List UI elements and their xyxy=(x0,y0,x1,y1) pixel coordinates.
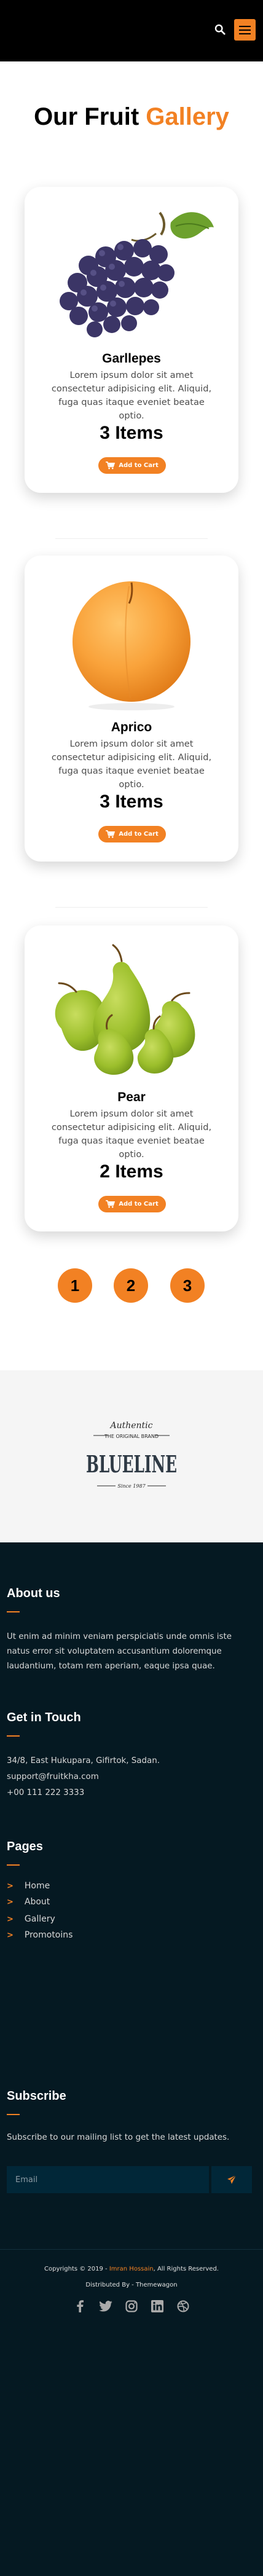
grapes-image xyxy=(60,211,214,337)
twitter-icon[interactable] xyxy=(98,2299,113,2314)
copyright-line: Copyrights © 2019 - Imran Hossain, All R… xyxy=(0,2261,263,2277)
footer: About us Ut enim ad minim veniam perspic… xyxy=(0,1542,263,2576)
search-icon[interactable] xyxy=(214,24,226,35)
social-links xyxy=(0,2299,263,2314)
footer-link-about[interactable]: > About xyxy=(7,1897,50,1907)
add-to-cart-button[interactable]: Add to Cart xyxy=(98,826,166,842)
about-text: Ut enim ad minim veniam perspiciatis und… xyxy=(7,1632,232,1671)
add-to-cart-label: Add to Cart xyxy=(119,1201,159,1208)
paper-plane-icon xyxy=(227,2175,237,2184)
brand-name: BLUELINE xyxy=(86,1450,177,1478)
copyright-author-link[interactable]: Imran Hossain xyxy=(109,2266,154,2272)
subscribe-underline xyxy=(7,2114,20,2115)
chevron-right-icon: > xyxy=(7,1897,14,1907)
distributed-line: Distributed By - Themewagon xyxy=(0,2277,263,2293)
about-title: About us xyxy=(7,1587,60,1600)
add-to-cart-label: Add to Cart xyxy=(119,462,159,469)
subscribe-text: Subscribe to our mailing list to get the… xyxy=(7,2133,230,2142)
pages-underline xyxy=(7,1864,20,1866)
product-card: Aprico Lorem ipsum dolor sit amet consec… xyxy=(25,556,238,862)
product-name: Pear xyxy=(117,1090,146,1104)
email-field[interactable] xyxy=(7,2166,209,2193)
divider xyxy=(55,538,208,539)
facebook-icon[interactable] xyxy=(73,2299,87,2314)
pagination: 1 2 3 xyxy=(0,1268,263,1303)
divider xyxy=(55,907,208,908)
footer-link-label: Gallery xyxy=(24,1914,55,1924)
touch-underline xyxy=(7,1735,20,1737)
pages-title: Pages xyxy=(7,1840,43,1853)
instagram-icon[interactable] xyxy=(124,2299,139,2314)
subscribe-button[interactable] xyxy=(209,2166,252,2193)
footer-link-gallery[interactable]: > Gallery xyxy=(7,1914,55,1924)
about-underline xyxy=(7,1611,20,1612)
cart-icon xyxy=(106,830,116,838)
subscribe-title: Subscribe xyxy=(7,2089,66,2103)
subscribe-form xyxy=(7,2166,252,2193)
brand-tagline: Authentic xyxy=(109,1421,152,1431)
contact-phone[interactable]: +00 111 222 3333 xyxy=(7,1786,253,1800)
add-to-cart-label: Add to Cart xyxy=(119,831,159,838)
footer-link-promotions[interactable]: > Promotoins xyxy=(7,1930,73,1940)
touch-title: Get in Touch xyxy=(7,1711,81,1724)
cart-icon xyxy=(106,461,116,469)
product-name: Aprico xyxy=(111,720,152,734)
linkedin-icon[interactable] xyxy=(150,2299,165,2314)
add-to-cart-button[interactable]: Add to Cart xyxy=(98,1196,166,1212)
brand-subtitle: THE ORIGINAL BRAND xyxy=(104,1434,159,1439)
product-description: Lorem ipsum dolor sit amet consectetur a… xyxy=(51,739,212,790)
page-button-3[interactable]: 3 xyxy=(170,1268,205,1303)
footer-link-label: Promotoins xyxy=(24,1930,73,1940)
pears-image xyxy=(55,944,195,1075)
contact-email[interactable]: support@fruitkha.com xyxy=(7,1770,253,1785)
chevron-right-icon: > xyxy=(7,1881,14,1891)
product-quantity: 3 Items xyxy=(100,791,163,812)
product-list: Garllepes Lorem ipsum dolor sit amet con… xyxy=(0,187,263,1238)
product-card: Garllepes Lorem ipsum dolor sit amet con… xyxy=(25,187,238,493)
top-header xyxy=(0,0,263,61)
footer-link-home[interactable]: > Home xyxy=(7,1881,50,1891)
brand-logo-section: Authentic THE ORIGINAL BRAND BLUELINE Si… xyxy=(0,1370,263,1542)
chevron-right-icon: > xyxy=(7,1930,14,1940)
add-to-cart-button[interactable]: Add to Cart xyxy=(98,457,166,474)
page-button-2[interactable]: 2 xyxy=(114,1268,148,1303)
apricot-image xyxy=(73,581,190,710)
hamburger-menu-icon[interactable] xyxy=(234,19,256,41)
distributed-prefix: Distributed By - xyxy=(85,2282,136,2288)
gallery-title-accent: Gallery xyxy=(146,103,229,130)
gallery-title: Our Fruit Gallery xyxy=(0,102,263,132)
distributed-link[interactable]: Themewagon xyxy=(136,2282,178,2288)
footer-link-label: Home xyxy=(24,1881,50,1891)
copyright: Copyrights © 2019 - Imran Hossain, All R… xyxy=(0,2261,263,2293)
dribbble-icon[interactable] xyxy=(176,2299,190,2314)
product-description: Lorem ipsum dolor sit amet consectetur a… xyxy=(51,370,212,421)
page-button-1[interactable]: 1 xyxy=(58,1268,92,1303)
product-card: Pear Lorem ipsum dolor sit amet consecte… xyxy=(25,925,238,1231)
gallery-title-main: Our Fruit xyxy=(34,103,146,130)
copyright-prefix: Copyrights © 2019 - xyxy=(44,2266,109,2272)
copyright-divider xyxy=(0,2249,263,2250)
contact-address: 34/8, East Hukupara, Gifirtok, Sadan. xyxy=(7,1756,160,1765)
copyright-suffix: , All Rights Reserved. xyxy=(153,2266,219,2272)
product-quantity: 2 Items xyxy=(100,1161,163,1182)
cart-icon xyxy=(106,1200,116,1208)
blueline-brand-logo: Authentic THE ORIGINAL BRAND BLUELINE Si… xyxy=(86,1421,177,1489)
product-description: Lorem ipsum dolor sit amet consectetur a… xyxy=(51,1109,212,1160)
product-quantity: 3 Items xyxy=(100,423,163,443)
brand-since: Since 1987 xyxy=(117,1483,146,1489)
product-name: Garllepes xyxy=(102,351,161,366)
footer-link-label: About xyxy=(24,1897,50,1907)
chevron-right-icon: > xyxy=(7,1914,14,1924)
